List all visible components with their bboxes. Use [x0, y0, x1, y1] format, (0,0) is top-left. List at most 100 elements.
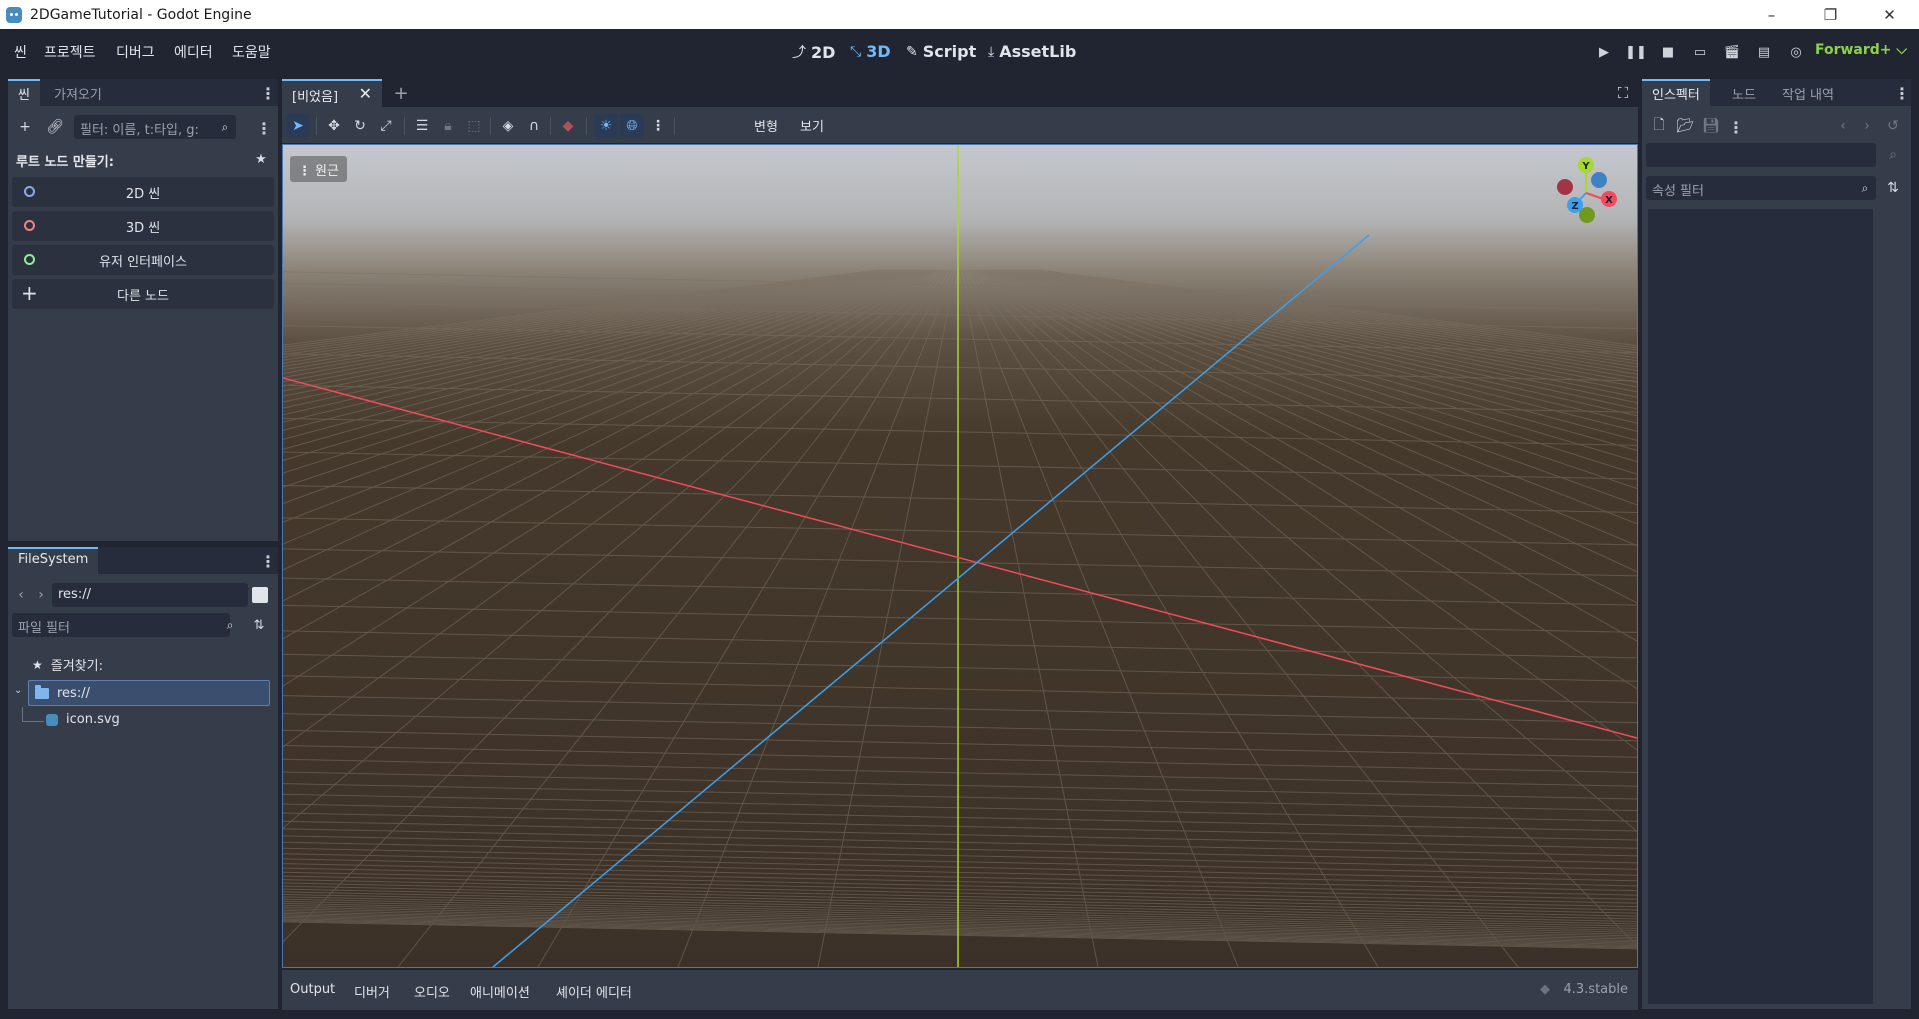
scene-dock-menu-icon[interactable]: ⋮: [260, 83, 276, 103]
update-spinner-icon[interactable]: ◆: [1540, 982, 1550, 997]
renderer-select[interactable]: Forward+ ⌵: [1815, 42, 1907, 58]
split-view-icon[interactable]: [252, 587, 268, 603]
transform-menu[interactable]: 변형: [754, 116, 778, 135]
add-scene-tab-icon[interactable]: +: [390, 82, 412, 104]
play-icon[interactable]: ▶: [1592, 40, 1616, 64]
favorite-star-icon[interactable]: ★: [250, 148, 272, 170]
favorites-item[interactable]: ★ 즐겨찾기:: [32, 655, 103, 675]
list-select-icon[interactable]: ☰: [410, 114, 434, 138]
root-node-label: 루트 노드 만들기:: [16, 155, 114, 170]
history-forward-icon[interactable]: ›: [1856, 115, 1878, 137]
forward-icon[interactable]: ›: [30, 584, 52, 606]
move-tool-icon[interactable]: ✥: [322, 114, 346, 138]
separator: [586, 117, 587, 135]
tab-history[interactable]: 작업 내역: [1772, 79, 1844, 106]
remote-debug-icon[interactable]: ▭: [1688, 40, 1712, 64]
save-resource-icon[interactable]: 💾︎: [1700, 115, 1722, 137]
movie-maker-icon[interactable]: ◎: [1784, 40, 1808, 64]
scene-filter-input[interactable]: 필터: 이름, t:타입, g:: [74, 115, 236, 139]
scale-tool-icon[interactable]: ⤢: [374, 114, 398, 138]
file-filter-input[interactable]: 파일 필터: [12, 613, 230, 637]
3d-viewport[interactable]: Y X Z ⋮ 원근: [282, 144, 1638, 968]
inspector-menu-icon[interactable]: ⋮: [1894, 83, 1910, 103]
inspector-dock: 인스펙터 노드 작업 내역 ⋮ 🗋︎ 📂︎ 💾︎ ⋮ ‹ › ↺ ⌕ 속성 필터…: [1642, 79, 1911, 1009]
instance-link-icon[interactable]: 🔗︎: [44, 116, 66, 138]
perspective-menu-button[interactable]: ⋮ 원근: [290, 156, 347, 182]
create-2d-scene-button[interactable]: 2D 씬: [12, 177, 274, 207]
scene-tabs-bar: [비었음] ✕ + ⛶: [282, 79, 1638, 107]
separator: [674, 117, 675, 135]
maximize-button[interactable]: ❐: [1801, 0, 1860, 29]
resource-options-icon[interactable]: ⋮: [1728, 117, 1744, 137]
scene-options-icon[interactable]: ⋮: [256, 118, 272, 138]
add-node-icon[interactable]: +: [14, 116, 36, 138]
tab-inspector[interactable]: 인스펙터: [1642, 79, 1710, 106]
close-window-button[interactable]: ✕: [1860, 0, 1919, 29]
tab-output[interactable]: Output: [290, 982, 335, 997]
play-custom-scene-icon[interactable]: ▤: [1752, 40, 1776, 64]
property-sort-icon[interactable]: ⇅: [1882, 177, 1904, 199]
scene-tab-empty[interactable]: [비었음] ✕: [282, 79, 382, 107]
search-icon: ⌕: [221, 119, 229, 134]
create-3d-scene-button[interactable]: 3D 씬: [12, 211, 274, 241]
tab-node[interactable]: 노드: [1722, 79, 1766, 106]
select-tool-icon[interactable]: ➤: [286, 114, 310, 138]
tab-animation[interactable]: 애니메이션: [470, 982, 530, 1001]
res-folder-row[interactable]: res://: [28, 680, 270, 706]
svg-text:X: X: [1605, 195, 1613, 206]
rotate-tool-icon[interactable]: ↻: [348, 114, 372, 138]
object-search-icon[interactable]: ⌕: [1882, 144, 1904, 166]
environment-options-icon[interactable]: ⋮: [646, 114, 670, 138]
preview-environment-icon[interactable]: 🌐︎: [620, 114, 644, 138]
sort-icon[interactable]: ⇅: [248, 614, 270, 636]
minimize-button[interactable]: –: [1742, 0, 1801, 29]
menu-help[interactable]: 도움말: [232, 42, 271, 62]
open-resource-icon[interactable]: 📂︎: [1674, 115, 1696, 137]
menu-scene[interactable]: 씬: [14, 42, 27, 62]
node2d-icon: [24, 186, 35, 197]
property-filter-input[interactable]: 속성 필터: [1646, 176, 1876, 200]
menu-editor[interactable]: 에디터: [174, 42, 213, 62]
folder-icon: [35, 684, 49, 699]
object-history-icon[interactable]: ↺: [1882, 115, 1904, 137]
play-scene-icon[interactable]: 🎬︎: [1720, 40, 1744, 64]
history-back-icon[interactable]: ‹: [1832, 115, 1854, 137]
tab-debugger[interactable]: 디버거: [354, 982, 390, 1001]
version-label: 4.3.stable: [1563, 982, 1628, 997]
tab-import[interactable]: 가져오기: [44, 79, 112, 106]
tab-shader-editor[interactable]: 셰이더 에디터: [556, 982, 632, 1001]
tab-audio[interactable]: 오디오: [414, 982, 450, 1001]
lock-icon[interactable]: 🔒︎: [436, 114, 460, 138]
back-icon[interactable]: ‹: [10, 584, 32, 606]
filesystem-menu-icon[interactable]: ⋮: [260, 551, 276, 571]
menu-debug[interactable]: 디버그: [116, 42, 155, 62]
script-icon: ✎: [906, 43, 918, 60]
tab-filesystem[interactable]: FileSystem: [8, 547, 99, 574]
menu-project[interactable]: 프로젝트: [44, 42, 96, 62]
distraction-free-icon[interactable]: ⛶: [1612, 82, 1634, 104]
snap-icon[interactable]: ∩: [522, 114, 546, 138]
workspace-script-button[interactable]: ✎ Script: [906, 42, 976, 61]
path-field[interactable]: res://: [52, 583, 248, 607]
workspace-assetlib-button[interactable]: ⤓ AssetLib: [988, 42, 1076, 61]
pause-icon[interactable]: ❚❚: [1624, 40, 1648, 64]
create-ui-scene-button[interactable]: 유저 인터페이스: [12, 245, 274, 275]
stop-icon[interactable]: ■: [1656, 40, 1680, 64]
separator: [550, 117, 551, 135]
other-node-button[interactable]: + 다른 노드: [12, 279, 274, 309]
neg-x-handle[interactable]: [1557, 179, 1573, 195]
svg-text:Y: Y: [1581, 161, 1590, 172]
new-resource-icon[interactable]: 🗋︎: [1648, 115, 1670, 137]
ruler-mode-icon[interactable]: ◈: [496, 114, 520, 138]
tab-scene[interactable]: 씬: [8, 79, 40, 106]
view-menu[interactable]: 보기: [800, 116, 824, 135]
workspace-3d-button[interactable]: ⤡ 3D: [850, 42, 891, 61]
expand-chevron-icon[interactable]: ⌄: [14, 685, 22, 696]
neg-z-handle[interactable]: [1591, 172, 1607, 188]
camera-override-icon[interactable]: ◆: [556, 114, 580, 138]
workspace-2d-button[interactable]: ⤴ 2D: [792, 42, 835, 62]
close-tab-icon[interactable]: ✕: [359, 84, 372, 103]
group-icon[interactable]: ⬚: [462, 114, 486, 138]
preview-sun-icon[interactable]: ☀: [594, 114, 618, 138]
file-row[interactable]: icon.svg: [46, 712, 120, 727]
